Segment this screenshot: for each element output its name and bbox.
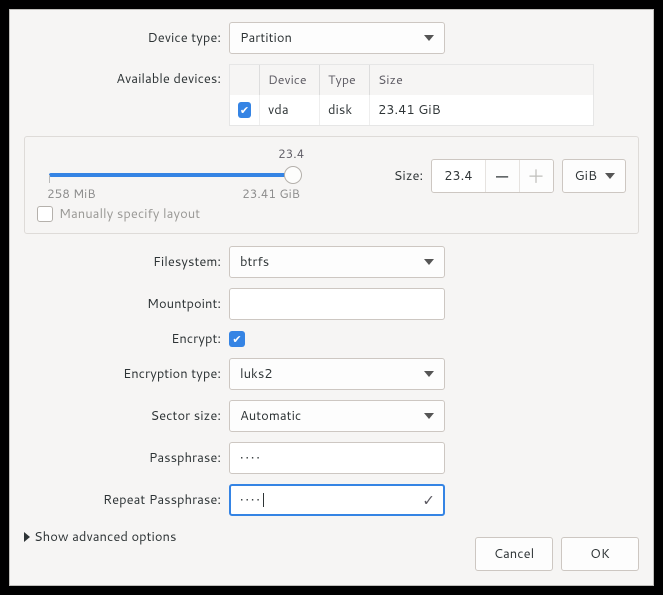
size-spin-value[interactable]: 23.4	[432, 160, 484, 192]
size-spinbox[interactable]: 23.4 — ＋	[431, 159, 553, 193]
device-type-label: Device type:	[24, 29, 229, 47]
chevron-down-icon	[424, 259, 434, 265]
size-label: Size:	[394, 167, 423, 185]
size-slider-thumb[interactable]	[284, 166, 302, 184]
available-devices-label: Available devices:	[24, 64, 229, 88]
size-spin-increment[interactable]: ＋	[519, 160, 553, 192]
device-row-device: vda	[260, 95, 320, 125]
sector-size-label: Sector size:	[24, 407, 229, 425]
filesystem-value: btrfs	[240, 253, 269, 271]
manual-layout-checkbox[interactable]: ✔	[37, 206, 53, 222]
size-unit-value: GiB	[575, 167, 597, 185]
encryption-type-label: Encryption type:	[24, 365, 229, 383]
chevron-down-icon	[424, 35, 434, 41]
encryption-type-combo[interactable]: luks2	[229, 358, 445, 390]
slider-min-label: 258 MiB	[47, 185, 96, 202]
chevron-down-icon	[605, 173, 615, 179]
dialog-window: Device type: Partition Available devices…	[9, 9, 654, 586]
passphrase-label: Passphrase:	[24, 449, 229, 467]
device-row-size: 23.41 GiB	[370, 95, 593, 125]
devices-header: Device Type Size	[230, 65, 593, 95]
size-spin-decrement[interactable]: —	[485, 160, 519, 192]
chevron-down-icon	[424, 413, 434, 419]
device-row-type: disk	[320, 95, 370, 125]
col-type[interactable]: Type	[320, 65, 370, 95]
encrypt-label: Encrypt:	[24, 330, 229, 348]
triangle-right-icon	[24, 532, 30, 542]
sector-size-combo[interactable]: Automatic	[229, 400, 445, 432]
mountpoint-label: Mountpoint:	[24, 295, 229, 313]
devices-table: Device Type Size ✔ vda disk 23.41 GiB	[229, 64, 594, 126]
slider-value-tip: 23.4	[278, 145, 304, 162]
cancel-button[interactable]: Cancel	[475, 537, 553, 571]
device-type-combo[interactable]: Partition	[229, 22, 445, 54]
chevron-down-icon	[424, 371, 434, 377]
device-row[interactable]: ✔ vda disk 23.41 GiB	[230, 95, 593, 125]
text-cursor	[263, 493, 264, 507]
ok-button[interactable]: OK	[561, 537, 639, 571]
col-device[interactable]: Device	[260, 65, 320, 95]
mountpoint-input[interactable]	[229, 288, 445, 320]
device-type-value: Partition	[240, 29, 292, 47]
check-icon: ✓	[422, 490, 435, 511]
size-slider-track[interactable]	[49, 173, 296, 177]
manual-layout-label: Manually specify layout	[59, 205, 200, 223]
repeat-passphrase-label: Repeat Passphrase:	[24, 491, 229, 509]
sector-size-value: Automatic	[240, 407, 301, 425]
device-row-checkbox[interactable]: ✔	[238, 102, 251, 118]
encryption-type-value: luks2	[240, 365, 273, 383]
encrypt-checkbox[interactable]: ✔	[229, 331, 245, 347]
slider-max-label: 23.41 GiB	[242, 185, 300, 202]
size-panel: 23.4 258 MiB 23.41 GiB Size: 23.4 — ＋ Gi…	[24, 136, 639, 234]
repeat-passphrase-input[interactable]: ••••	[229, 484, 445, 516]
show-advanced-label: Show advanced options	[34, 528, 176, 546]
filesystem-label: Filesystem:	[24, 253, 229, 271]
size-unit-combo[interactable]: GiB	[562, 159, 626, 193]
col-size[interactable]: Size	[370, 65, 593, 95]
filesystem-combo[interactable]: btrfs	[229, 246, 445, 278]
passphrase-input[interactable]: ••••	[229, 442, 445, 474]
